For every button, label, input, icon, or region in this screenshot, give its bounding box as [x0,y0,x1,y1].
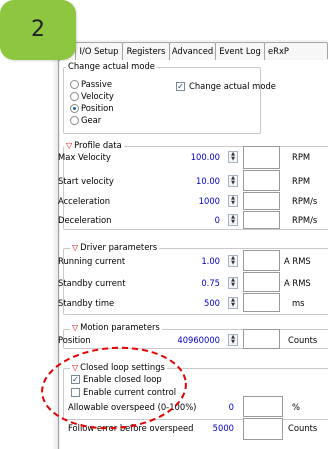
highlight-oval [41,346,187,430]
